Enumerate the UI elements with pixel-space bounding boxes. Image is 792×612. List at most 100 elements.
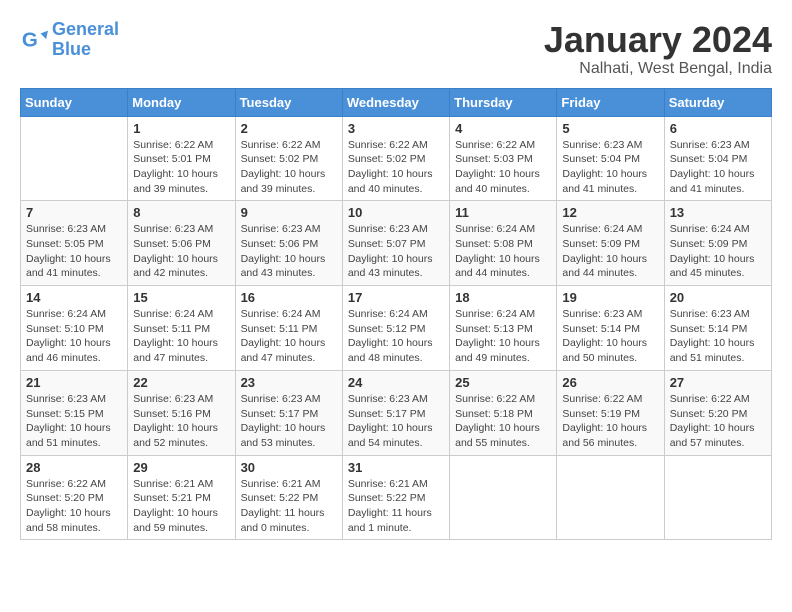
day-number: 19 [562, 290, 658, 305]
day-number: 24 [348, 375, 444, 390]
day-number: 30 [241, 460, 337, 475]
calendar-cell: 31 Sunrise: 6:21 AMSunset: 5:22 PMDayligh… [342, 455, 449, 540]
calendar-cell: 27 Sunrise: 6:22 AMSunset: 5:20 PMDayligh… [664, 370, 771, 455]
day-number: 20 [670, 290, 766, 305]
calendar-cell: 18 Sunrise: 6:24 AMSunset: 5:13 PMDayligh… [450, 286, 557, 371]
column-header-monday: Monday [128, 88, 235, 116]
day-number: 27 [670, 375, 766, 390]
day-info: Sunrise: 6:23 AMSunset: 5:04 PMDaylight:… [670, 138, 766, 197]
day-info: Sunrise: 6:24 AMSunset: 5:10 PMDaylight:… [26, 307, 122, 366]
calendar-week-row: 1 Sunrise: 6:22 AMSunset: 5:01 PMDaylight… [21, 116, 772, 201]
calendar-cell: 23 Sunrise: 6:23 AMSunset: 5:17 PMDayligh… [235, 370, 342, 455]
calendar-table: SundayMondayTuesdayWednesdayThursdayFrid… [20, 88, 772, 541]
calendar-cell [450, 455, 557, 540]
calendar-cell: 10Sunrise: 6:23 AMSunset: 5:07 PMDayligh… [342, 201, 449, 286]
day-number: 23 [241, 375, 337, 390]
calendar-cell: 28Sunrise: 6:22 AMSunset: 5:20 PMDayligh… [21, 455, 128, 540]
calendar-cell: 22Sunrise: 6:23 AMSunset: 5:16 PMDayligh… [128, 370, 235, 455]
day-info: Sunrise: 6:23 AMSunset: 5:04 PMDaylight:… [562, 138, 658, 197]
calendar-cell: 24 Sunrise: 6:23 AMSunset: 5:17 PMDayligh… [342, 370, 449, 455]
day-info: Sunrise: 6:23 AMSunset: 5:06 PMDaylight:… [133, 222, 229, 281]
day-number: 31 [348, 460, 444, 475]
day-number: 4 [455, 121, 551, 136]
calendar-cell: 20 Sunrise: 6:23 AMSunset: 5:14 PMDayligh… [664, 286, 771, 371]
page-header: G General Blue January 2024 Nalhati, Wes… [20, 20, 772, 78]
day-number: 11 [455, 205, 551, 220]
calendar-cell: 12 Sunrise: 6:24 AMSunset: 5:09 PMDayligh… [557, 201, 664, 286]
calendar-cell: 16 Sunrise: 6:24 AMSunset: 5:11 PMDayligh… [235, 286, 342, 371]
day-info: Sunrise: 6:24 AMSunset: 5:09 PMDaylight:… [562, 222, 658, 281]
logo: G General Blue [20, 20, 119, 60]
calendar-cell: 21Sunrise: 6:23 AMSunset: 5:15 PMDayligh… [21, 370, 128, 455]
day-info: Sunrise: 6:24 AMSunset: 5:08 PMDaylight:… [455, 222, 551, 281]
calendar-week-row: 21Sunrise: 6:23 AMSunset: 5:15 PMDayligh… [21, 370, 772, 455]
calendar-cell: 30 Sunrise: 6:21 AMSunset: 5:22 PMDayligh… [235, 455, 342, 540]
calendar-cell [664, 455, 771, 540]
calendar-cell: 3Sunrise: 6:22 AMSunset: 5:02 PMDaylight… [342, 116, 449, 201]
day-info: Sunrise: 6:23 AMSunset: 5:14 PMDaylight:… [562, 307, 658, 366]
day-info: Sunrise: 6:24 AMSunset: 5:11 PMDaylight:… [133, 307, 229, 366]
calendar-cell: 1 Sunrise: 6:22 AMSunset: 5:01 PMDaylight… [128, 116, 235, 201]
calendar-cell: 17 Sunrise: 6:24 AMSunset: 5:12 PMDayligh… [342, 286, 449, 371]
day-info: Sunrise: 6:23 AMSunset: 5:17 PMDaylight:… [241, 392, 337, 451]
day-number: 14 [26, 290, 122, 305]
column-header-tuesday: Tuesday [235, 88, 342, 116]
day-info: Sunrise: 6:24 AMSunset: 5:11 PMDaylight:… [241, 307, 337, 366]
day-info: Sunrise: 6:23 AMSunset: 5:16 PMDaylight:… [133, 392, 229, 451]
day-info: Sunrise: 6:23 AMSunset: 5:17 PMDaylight:… [348, 392, 444, 451]
day-number: 16 [241, 290, 337, 305]
day-info: Sunrise: 6:22 AMSunset: 5:20 PMDaylight:… [670, 392, 766, 451]
day-number: 26 [562, 375, 658, 390]
calendar-cell: 26 Sunrise: 6:22 AMSunset: 5:19 PMDayligh… [557, 370, 664, 455]
day-info: Sunrise: 6:23 AMSunset: 5:06 PMDaylight:… [241, 222, 337, 281]
day-info: Sunrise: 6:21 AMSunset: 5:22 PMDaylight:… [241, 477, 337, 536]
day-number: 9 [241, 205, 337, 220]
day-info: Sunrise: 6:23 AMSunset: 5:05 PMDaylight:… [26, 222, 122, 281]
calendar-week-row: 28Sunrise: 6:22 AMSunset: 5:20 PMDayligh… [21, 455, 772, 540]
day-info: Sunrise: 6:22 AMSunset: 5:18 PMDaylight:… [455, 392, 551, 451]
calendar-cell: 4 Sunrise: 6:22 AMSunset: 5:03 PMDaylight… [450, 116, 557, 201]
calendar-week-row: 7 Sunrise: 6:23 AMSunset: 5:05 PMDaylight… [21, 201, 772, 286]
calendar-cell: 6Sunrise: 6:23 AMSunset: 5:04 PMDaylight… [664, 116, 771, 201]
svg-text:G: G [22, 28, 38, 51]
location-subtitle: Nalhati, West Bengal, India [544, 60, 772, 78]
calendar-cell: 14 Sunrise: 6:24 AMSunset: 5:10 PMDayligh… [21, 286, 128, 371]
day-info: Sunrise: 6:22 AMSunset: 5:02 PMDaylight:… [241, 138, 337, 197]
day-number: 29 [133, 460, 229, 475]
day-info: Sunrise: 6:21 AMSunset: 5:21 PMDaylight:… [133, 477, 229, 536]
column-header-wednesday: Wednesday [342, 88, 449, 116]
calendar-cell: 7 Sunrise: 6:23 AMSunset: 5:05 PMDaylight… [21, 201, 128, 286]
logo-icon: G [20, 26, 48, 54]
calendar-cell: 19 Sunrise: 6:23 AMSunset: 5:14 PMDayligh… [557, 286, 664, 371]
day-number: 15 [133, 290, 229, 305]
column-header-thursday: Thursday [450, 88, 557, 116]
day-number: 1 [133, 121, 229, 136]
day-number: 17 [348, 290, 444, 305]
day-info: Sunrise: 6:22 AMSunset: 5:03 PMDaylight:… [455, 138, 551, 197]
day-info: Sunrise: 6:21 AMSunset: 5:22 PMDaylight:… [348, 477, 444, 536]
calendar-cell [557, 455, 664, 540]
logo-text: General Blue [52, 20, 119, 60]
day-info: Sunrise: 6:24 AMSunset: 5:13 PMDaylight:… [455, 307, 551, 366]
day-number: 7 [26, 205, 122, 220]
day-number: 12 [562, 205, 658, 220]
day-number: 25 [455, 375, 551, 390]
day-number: 13 [670, 205, 766, 220]
day-number: 2 [241, 121, 337, 136]
month-title: January 2024 [544, 20, 772, 60]
day-info: Sunrise: 6:22 AMSunset: 5:20 PMDaylight:… [26, 477, 122, 536]
day-number: 18 [455, 290, 551, 305]
day-info: Sunrise: 6:22 AMSunset: 5:01 PMDaylight:… [133, 138, 229, 197]
calendar-cell: 2 Sunrise: 6:22 AMSunset: 5:02 PMDaylight… [235, 116, 342, 201]
calendar-week-row: 14 Sunrise: 6:24 AMSunset: 5:10 PMDayligh… [21, 286, 772, 371]
day-number: 5 [562, 121, 658, 136]
calendar-cell: 25 Sunrise: 6:22 AMSunset: 5:18 PMDayligh… [450, 370, 557, 455]
day-info: Sunrise: 6:24 AMSunset: 5:09 PMDaylight:… [670, 222, 766, 281]
column-header-friday: Friday [557, 88, 664, 116]
calendar-cell: 8Sunrise: 6:23 AMSunset: 5:06 PMDaylight… [128, 201, 235, 286]
calendar-cell: 29 Sunrise: 6:21 AMSunset: 5:21 PMDayligh… [128, 455, 235, 540]
day-info: Sunrise: 6:22 AMSunset: 5:19 PMDaylight:… [562, 392, 658, 451]
day-number: 10 [348, 205, 444, 220]
day-info: Sunrise: 6:23 AMSunset: 5:14 PMDaylight:… [670, 307, 766, 366]
day-info: Sunrise: 6:24 AMSunset: 5:12 PMDaylight:… [348, 307, 444, 366]
